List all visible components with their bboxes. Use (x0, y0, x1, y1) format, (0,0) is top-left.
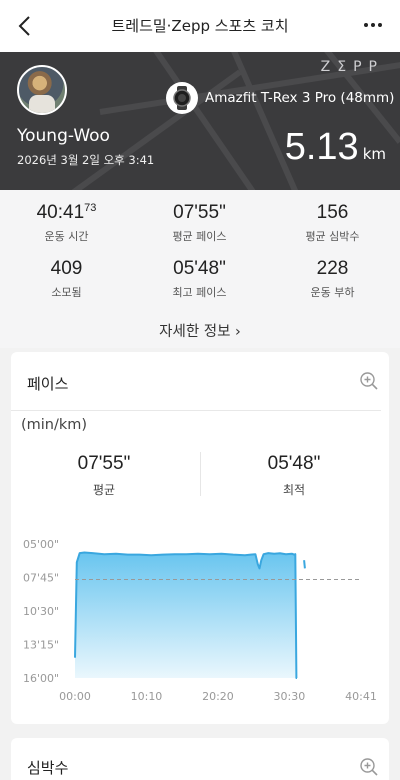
pace-best: 05'48" 최적 (214, 453, 374, 498)
stat-label: 평균 페이스 (172, 230, 227, 243)
stat-calories: 409 소모됨 (0, 258, 133, 300)
device-name: Amazfit T-Rex 3 Pro (48mm) (205, 90, 395, 106)
pace-area (75, 552, 297, 678)
stat-label: 평균 심박수 (305, 230, 360, 243)
pace-average-label: 평균 (92, 483, 116, 497)
stat-value: 05'48" (173, 258, 226, 279)
stat-value-fraction: 73 (84, 202, 97, 214)
user-name: Young-Woo (17, 126, 110, 146)
distance-unit: km (362, 145, 386, 163)
y-tick-label: 10'30" (23, 605, 59, 618)
card-title: 페이스 (27, 375, 69, 393)
distance-value: 5.13 (284, 126, 359, 168)
pace-chart[interactable]: 05'00" 07'45" 10'30" 13'15" 16'00"00:00 10:10… (11, 532, 389, 712)
x-tick-label: 00:00 (59, 690, 91, 703)
stat-avg-heart-rate: 156 평균 심박수 (266, 202, 399, 244)
stat-value: 228 (316, 258, 349, 279)
y-tick-label: 05'00" (23, 538, 59, 551)
watch-icon (166, 82, 198, 114)
stat-label: 소모됨 (51, 286, 82, 299)
more-horizontal-icon[interactable] (360, 12, 386, 38)
avatar[interactable] (17, 65, 67, 115)
pace-best-value: 05'48" (267, 453, 321, 474)
page-title: 트레드밀·Zepp 스포츠 코치 (111, 17, 289, 35)
top-bar: 트레드밀·Zepp 스포츠 코치 (0, 0, 400, 52)
x-tick-label: 40:41 (345, 690, 377, 703)
pace-card: 페이스 (min/km) 07'55" 평균 05'48" 최적 05'00" 0… (11, 352, 389, 724)
card-title: 심박수 (27, 759, 69, 777)
zoom-in-icon[interactable] (359, 371, 379, 391)
heart-rate-card: 심박수 (11, 738, 389, 780)
stat-training-load: 228 운동 부하 (266, 258, 399, 300)
pace-average-value: 07'55" (77, 453, 131, 474)
x-tick-label: 30:30 (274, 690, 306, 703)
y-tick-label: 07'45" (23, 572, 59, 585)
divider (200, 452, 201, 496)
stat-best-pace: 05'48" 최고 페이스 (133, 258, 266, 300)
stat-value: 156 (316, 202, 349, 223)
distance: 5.13 km (285, 126, 386, 169)
brand-logo: ZΣPP (320, 59, 384, 75)
x-tick-label: 10:10 (131, 690, 163, 703)
stat-value: 07'55" (173, 202, 226, 223)
divider (11, 410, 381, 411)
pace-line (303, 560, 306, 569)
y-tick-label: 16'00" (23, 672, 59, 685)
workout-date: 2026년 3월 2일 오후 3:41 (17, 153, 155, 167)
stat-value: 40:41 (36, 202, 85, 223)
pace-unit: (min/km) (21, 417, 88, 433)
zoom-in-icon[interactable] (359, 757, 379, 777)
stat-label: 운동 시간 (44, 230, 89, 243)
stat-duration: 40:4173 운동 시간 (0, 202, 133, 244)
more-details-link[interactable]: 자세한 정보 › (0, 320, 400, 341)
pace-best-label: 최적 (282, 483, 306, 497)
stat-label: 운동 부하 (310, 286, 355, 299)
y-tick-label: 13'15" (23, 639, 59, 652)
stat-label: 최고 페이스 (172, 286, 227, 299)
pace-average: 07'55" 평균 (24, 453, 184, 498)
workout-hero: ZΣPP Amazfit T-Rex 3 Pro (48mm) Young-Wo… (0, 52, 400, 190)
stat-avg-pace: 07'55" 평균 페이스 (133, 202, 266, 244)
x-tick-label: 20:20 (202, 690, 234, 703)
stat-value: 409 (50, 258, 83, 279)
stats-grid: 40:4173 운동 시간 07'55" 평균 페이스 156 평균 심박수 4… (0, 190, 400, 348)
